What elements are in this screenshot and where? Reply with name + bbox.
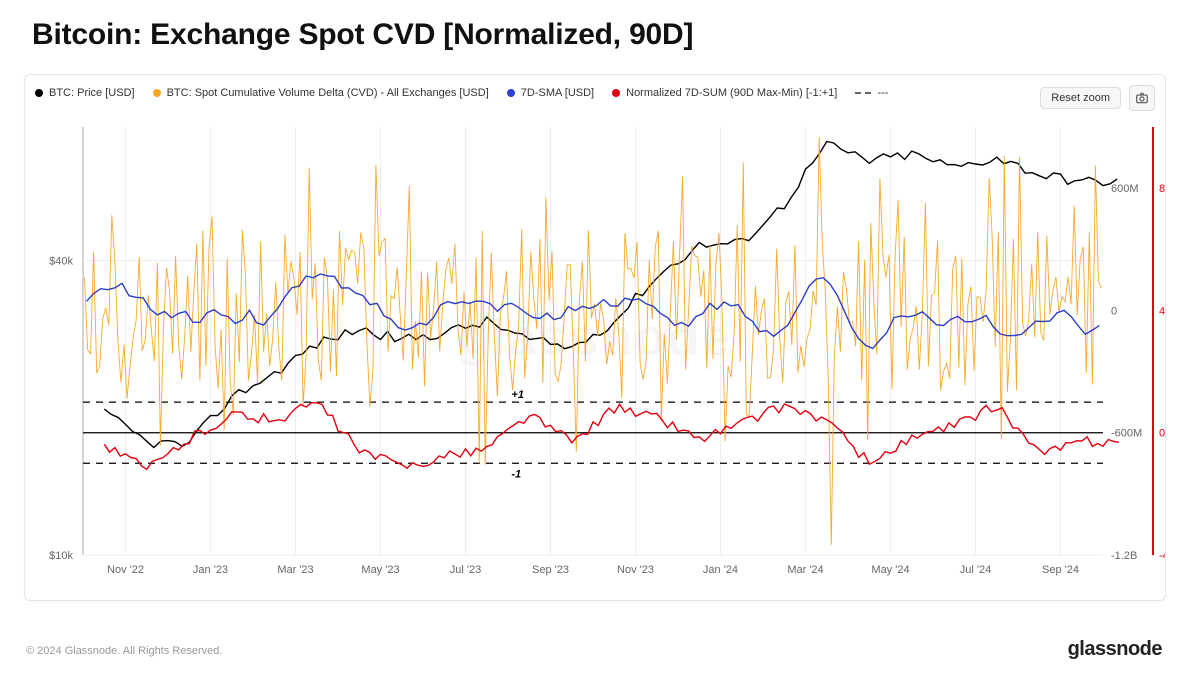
svg-text:May '24: May '24 [871,564,909,576]
legend-item-dashes[interactable]: --- [855,87,888,99]
chart-toolbar: Reset zoom [1040,85,1155,111]
svg-text:0: 0 [1159,428,1165,440]
legend-label: BTC: Price [USD] [49,87,135,99]
svg-text:May '23: May '23 [361,564,399,576]
svg-text:Mar '23: Mar '23 [277,564,313,576]
legend-dot-price [35,89,43,97]
legend-dash-icon [855,92,871,94]
svg-text:-600M: -600M [1111,428,1142,440]
svg-text:0: 0 [1111,305,1117,317]
brand-logo: glassnode [1068,638,1162,661]
legend-item-cvd[interactable]: BTC: Spot Cumulative Volume Delta (CVD) … [153,87,489,99]
reset-zoom-button[interactable]: Reset zoom [1040,87,1121,109]
svg-text:Sep '23: Sep '23 [532,564,569,576]
legend-dot-cvd [153,89,161,97]
chart-card: BTC: Price [USD] BTC: Spot Cumulative Vo… [24,74,1166,601]
svg-text:-1: -1 [511,468,521,480]
svg-text:-4: -4 [1159,550,1165,562]
svg-text:Jan '23: Jan '23 [193,564,228,576]
copyright: © 2024 Glassnode. All Rights Reserved. [26,645,222,657]
svg-text:Nov '23: Nov '23 [617,564,654,576]
legend-label: 7D-SMA [USD] [521,87,594,99]
legend-item-sma[interactable]: 7D-SMA [USD] [507,87,594,99]
svg-text:Nov '22: Nov '22 [107,564,144,576]
legend-dot-sma [507,89,515,97]
svg-text:600M: 600M [1111,183,1139,195]
chart-svg: Nov '22 Jan '23 Mar '23 May '23 Jul '23 Sep '… [25,117,1165,600]
plot-area[interactable]: Nov '22 Jan '23 Mar '23 May '23 Jul '23 Sep '… [25,117,1165,600]
camera-icon[interactable] [1129,85,1155,111]
svg-text:$40k: $40k [49,256,73,268]
svg-text:Jul '24: Jul '24 [960,564,991,576]
legend: BTC: Price [USD] BTC: Spot Cumulative Vo… [35,87,1045,99]
svg-text:Jul '23: Jul '23 [450,564,481,576]
legend-item-price[interactable]: BTC: Price [USD] [35,87,135,99]
svg-text:8: 8 [1159,183,1165,195]
page-title: Bitcoin: Exchange Spot CVD [Normalized, … [32,18,693,52]
svg-text:Sep '24: Sep '24 [1042,564,1079,576]
svg-text:4: 4 [1159,305,1165,317]
svg-text:Mar '24: Mar '24 [787,564,823,576]
legend-label: BTC: Spot Cumulative Volume Delta (CVD) … [167,87,489,99]
legend-item-norm[interactable]: Normalized 7D-SUM (90D Max-Min) [-1:+1] [612,87,837,99]
svg-text:$10k: $10k [49,550,73,562]
svg-text:Jan '24: Jan '24 [703,564,738,576]
svg-text:+1: +1 [511,389,524,401]
legend-label: Normalized 7D-SUM (90D Max-Min) [-1:+1] [626,87,837,99]
svg-text:-1.2B: -1.2B [1111,550,1137,562]
legend-label: --- [877,87,888,99]
legend-dot-norm [612,89,620,97]
